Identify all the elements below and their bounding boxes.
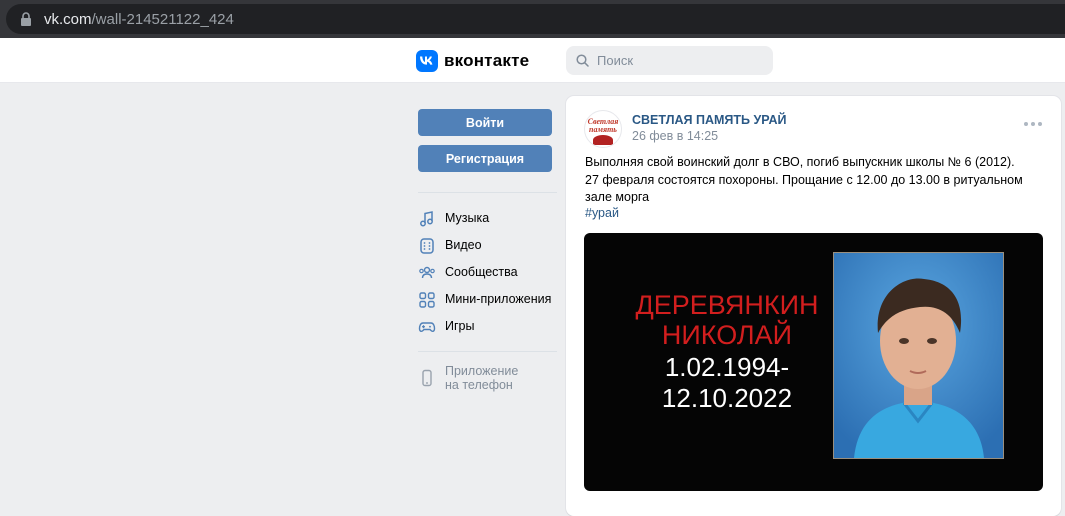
post-image[interactable]: ДЕРЕВЯНКИН НИКОЛАЙ 1.02.1994- 12.10.2022 bbox=[584, 233, 1043, 491]
video-icon bbox=[420, 238, 434, 254]
search-placeholder: Поиск bbox=[597, 53, 634, 68]
post-text: Выполняя свой воинский долг в СВО, погиб… bbox=[585, 155, 1023, 204]
music-icon bbox=[420, 211, 433, 227]
avatar-text-line2: память bbox=[589, 125, 617, 134]
address-bar[interactable]: vk.com/wall-214521122_424 bbox=[6, 4, 1065, 34]
mobile-app-label-line2: на телефон bbox=[445, 378, 513, 392]
sidebar-item-mini-apps[interactable]: Мини-приложения bbox=[418, 290, 563, 310]
mobile-app-label: Приложение на телефон bbox=[445, 364, 518, 392]
vk-logo-icon[interactable] bbox=[416, 50, 438, 72]
sidebar-item-mobile-app[interactable]: Приложение на телефон bbox=[418, 363, 563, 397]
lock-icon[interactable] bbox=[20, 12, 32, 26]
wall-post: Светлая память СВЕТЛАЯ ПАМЯТЬ УРАЙ 26 фе… bbox=[566, 96, 1061, 516]
community-avatar[interactable]: Светлая память bbox=[584, 110, 622, 148]
register-button[interactable]: Регистрация bbox=[418, 145, 552, 172]
sidebar-item-label: Игры bbox=[445, 319, 475, 333]
search-icon bbox=[576, 54, 589, 67]
sidebar-divider bbox=[418, 192, 557, 193]
phone-icon bbox=[422, 369, 432, 387]
sidebar-item-communities[interactable]: Сообщества bbox=[418, 263, 563, 283]
sidebar-item-label: Мини-приложения bbox=[445, 292, 552, 306]
url-text[interactable]: vk.com/wall-214521122_424 bbox=[44, 11, 234, 28]
avatar-flame-graphic bbox=[593, 135, 613, 145]
memorial-death-date: 12.10.2022 bbox=[661, 383, 793, 413]
sidebar-item-video[interactable]: Видео bbox=[418, 236, 563, 256]
memorial-birth-date: 1.02.1994- bbox=[664, 352, 790, 382]
hashtag-link[interactable]: #урай bbox=[585, 206, 619, 220]
sidebar-item-label: Сообщества bbox=[445, 265, 518, 279]
sidebar-item-games[interactable]: Игры bbox=[418, 317, 563, 337]
sidebar-item-label: Музыка bbox=[445, 211, 490, 225]
login-button[interactable]: Войти bbox=[418, 109, 552, 136]
communities-icon bbox=[419, 266, 435, 279]
url-host: vk.com bbox=[44, 11, 92, 28]
sidebar-item-label: Видео bbox=[445, 238, 482, 252]
brand-name[interactable]: вконтакте bbox=[444, 51, 529, 71]
post-date-link[interactable]: 26 фев в 14:25 bbox=[632, 129, 718, 143]
gamepad-icon bbox=[418, 322, 436, 333]
more-options-icon[interactable] bbox=[1024, 122, 1042, 128]
site-header: вконтакте Поиск bbox=[0, 38, 1065, 83]
sidebar-divider bbox=[418, 351, 557, 352]
memorial-surname: ДЕРЕВЯНКИН bbox=[635, 290, 819, 320]
sidebar-item-music[interactable]: Музыка bbox=[418, 209, 563, 229]
avatar-logo-text: Светлая память bbox=[587, 118, 619, 134]
mobile-app-label-line1: Приложение bbox=[445, 364, 519, 378]
browser-toolbar: vk.com/wall-214521122_424 bbox=[0, 0, 1065, 38]
portrait-photo bbox=[833, 252, 1004, 459]
search-input[interactable]: Поиск bbox=[566, 46, 773, 75]
mini-apps-icon bbox=[419, 292, 435, 308]
url-path: /wall-214521122_424 bbox=[91, 11, 234, 28]
memorial-first-name: НИКОЛАЙ bbox=[661, 320, 793, 350]
post-author-link[interactable]: СВЕТЛАЯ ПАМЯТЬ УРАЙ bbox=[632, 113, 787, 127]
